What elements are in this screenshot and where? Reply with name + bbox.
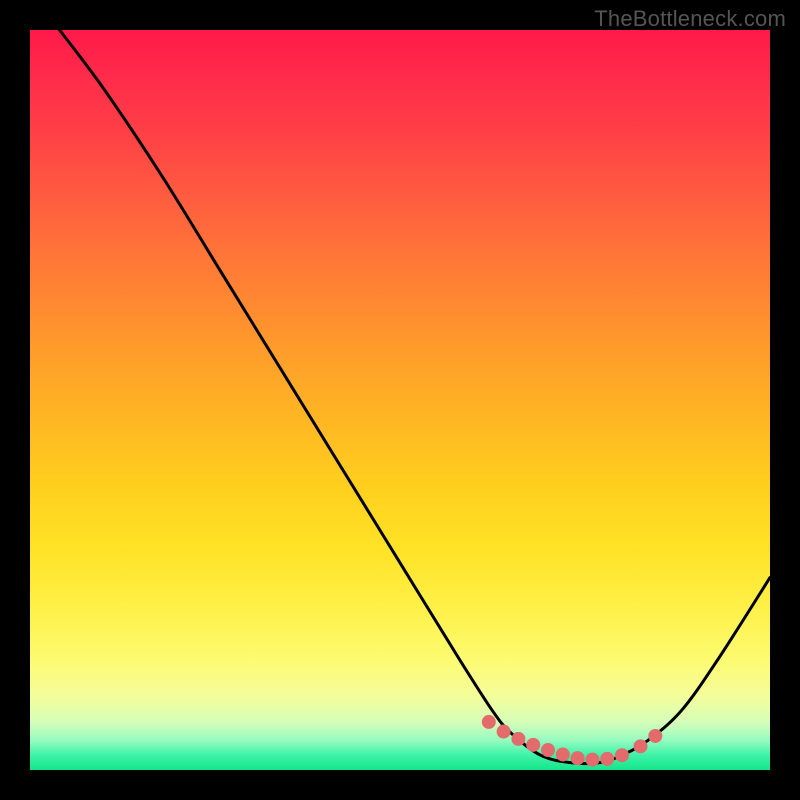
marker-dot [615,748,629,762]
marker-dot [556,747,570,761]
marker-dot [541,743,555,757]
marker-dot [482,715,496,729]
marker-dot [497,725,511,739]
plot-area [30,30,770,770]
marker-dot [526,738,540,752]
curve-path [60,30,770,764]
marker-dot [648,729,662,743]
marker-dot [571,751,585,765]
curve-line [60,30,770,764]
marker-dot [585,753,599,767]
marker-dot [634,739,648,753]
marker-dot [600,752,614,766]
marker-dots [482,715,663,767]
chart-svg [30,30,770,770]
marker-dot [511,732,525,746]
watermark: TheBottleneck.com [594,6,786,32]
